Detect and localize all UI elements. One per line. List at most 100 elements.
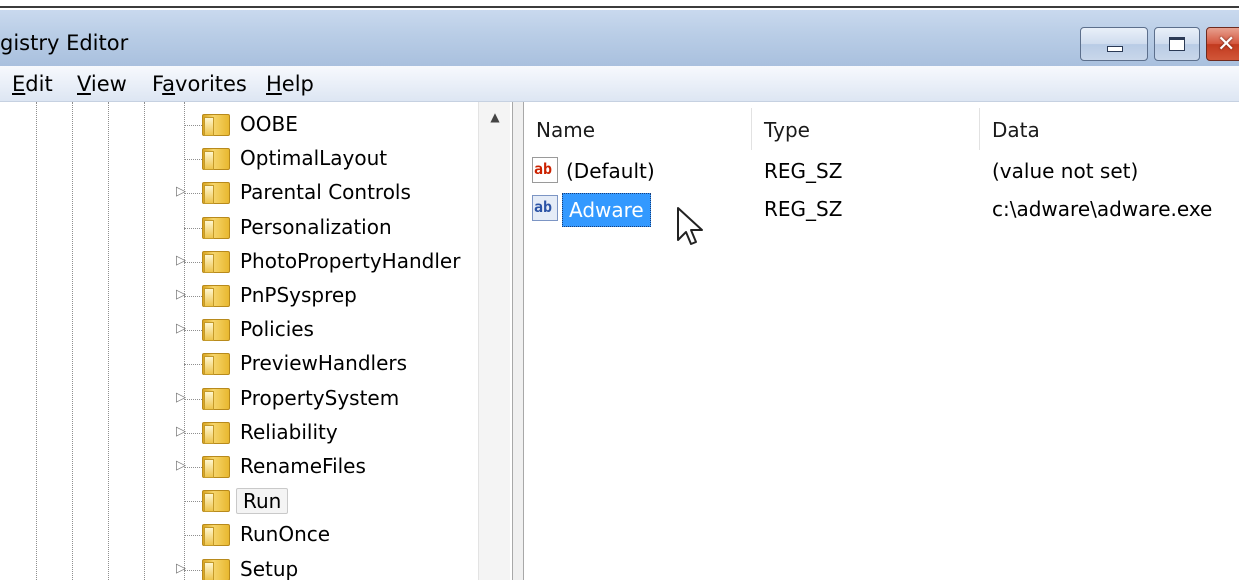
tree-item-label: Policies bbox=[240, 317, 314, 342]
tree-connector bbox=[184, 535, 202, 537]
value-name[interactable]: Adware bbox=[562, 193, 651, 227]
tree-item[interactable]: Personalization bbox=[176, 211, 496, 245]
folder-icon bbox=[202, 490, 230, 513]
tree-connector bbox=[184, 193, 202, 195]
menu-view[interactable]: View bbox=[77, 72, 127, 96]
tree-item[interactable]: ▷ Reliability bbox=[176, 416, 496, 450]
tree-item-label: PnPSysprep bbox=[240, 283, 357, 307]
value-type: REG_SZ bbox=[764, 197, 843, 221]
minimize-icon bbox=[1107, 46, 1123, 52]
close-icon: ✕ bbox=[1217, 32, 1236, 57]
tree-scrollbar[interactable]: ▲ bbox=[478, 102, 510, 580]
tree-item-label: Setup bbox=[240, 556, 299, 580]
ab-string-icon: ab bbox=[532, 195, 558, 221]
folder-icon bbox=[202, 114, 230, 136]
tree-item-label: Parental Controls bbox=[240, 180, 411, 205]
tree-item[interactable]: ▷ Policies bbox=[176, 313, 496, 347]
menu-edit[interactable]: Edit bbox=[12, 72, 53, 96]
tree-item[interactable]: ▷ Setup bbox=[176, 553, 496, 580]
column-header-name[interactable]: Name bbox=[524, 108, 752, 150]
folder-icon bbox=[202, 421, 230, 444]
value-data: c:\adware\adware.exe bbox=[992, 197, 1213, 221]
tree-guide-line bbox=[144, 102, 145, 580]
tree-item-label: PropertySystem bbox=[240, 385, 400, 410]
pane-splitter[interactable] bbox=[512, 102, 524, 580]
tree-connector bbox=[184, 227, 202, 229]
folder-icon bbox=[202, 319, 230, 342]
tree-item[interactable]: ▷ PropertySystem bbox=[176, 382, 496, 416]
expand-arrow-icon[interactable]: ▷ bbox=[176, 561, 186, 576]
tree-connector bbox=[184, 432, 202, 434]
folder-icon bbox=[202, 353, 230, 376]
expand-arrow-icon[interactable]: ▷ bbox=[176, 287, 186, 302]
maximize-icon bbox=[1169, 37, 1185, 51]
folder-icon bbox=[202, 182, 230, 205]
tree-item[interactable]: ▷ Parental Controls bbox=[176, 176, 496, 210]
menu-help[interactable]: Help bbox=[266, 72, 314, 96]
tree-item-label: RunOnce bbox=[240, 522, 331, 547]
tree-connector bbox=[184, 501, 202, 503]
tree-item[interactable]: OptimalLayout bbox=[176, 142, 496, 176]
tree-item-label: Personalization bbox=[240, 214, 392, 239]
column-header-data[interactable]: Data bbox=[980, 108, 1239, 150]
ab-string-icon: ab bbox=[532, 157, 558, 183]
window-title: gistry Editor bbox=[0, 31, 129, 55]
tree-connector bbox=[184, 159, 202, 161]
column-header-type[interactable]: Type bbox=[752, 108, 980, 150]
value-name[interactable]: (Default) bbox=[566, 159, 655, 183]
expand-arrow-icon[interactable]: ▷ bbox=[176, 390, 186, 405]
tree-connector bbox=[184, 330, 202, 332]
scroll-up-arrow-icon[interactable]: ▲ bbox=[479, 102, 511, 132]
tree-connector bbox=[184, 125, 202, 126]
tree-item[interactable]: Run bbox=[176, 484, 496, 518]
mouse-cursor-icon bbox=[677, 207, 703, 245]
top-strip bbox=[0, 0, 1239, 8]
folder-icon bbox=[202, 456, 230, 478]
tree-item[interactable]: ▷ RenameFiles bbox=[176, 450, 496, 484]
tree-connector bbox=[184, 296, 202, 297]
folder-icon bbox=[202, 250, 230, 273]
expand-arrow-icon[interactable]: ▷ bbox=[176, 321, 186, 336]
tree-connector bbox=[184, 569, 202, 571]
tree-guide-line bbox=[36, 102, 37, 580]
tree-item-label: Reliability bbox=[240, 419, 338, 444]
tree-guide-line bbox=[72, 102, 73, 580]
tree-item-label: OptimalLayout bbox=[240, 146, 388, 171]
folder-icon bbox=[202, 285, 230, 307]
tree-guide-line bbox=[108, 102, 109, 580]
value-data: (value not set) bbox=[992, 159, 1139, 183]
expand-arrow-icon[interactable]: ▷ bbox=[176, 424, 186, 439]
tree-item[interactable]: ▷ PhotoPropertyHandler bbox=[176, 245, 496, 279]
tree-connector bbox=[184, 261, 202, 263]
maximize-button[interactable] bbox=[1154, 27, 1200, 61]
folder-icon bbox=[202, 387, 230, 410]
folder-icon bbox=[202, 216, 230, 239]
close-button[interactable]: ✕ bbox=[1206, 27, 1239, 61]
tree-connector bbox=[184, 364, 202, 366]
folder-icon bbox=[202, 558, 230, 580]
tree-connector bbox=[184, 398, 202, 400]
values-list[interactable]: Name Type Data ab (Default) REG_SZ (value n… bbox=[524, 102, 1239, 580]
tree-connector bbox=[184, 467, 202, 468]
tree-item-label: Run bbox=[236, 488, 289, 515]
tree-item-label: PreviewHandlers bbox=[240, 351, 408, 376]
key-tree[interactable]: OOBE OptimalLayout ▷ Parental Controls Perso… bbox=[0, 102, 514, 580]
tree-item[interactable]: RunOnce bbox=[176, 518, 496, 552]
expand-arrow-icon[interactable]: ▷ bbox=[176, 253, 186, 268]
tree-item-label: RenameFiles bbox=[240, 454, 366, 478]
folder-icon bbox=[202, 148, 230, 171]
tree-item[interactable]: PreviewHandlers bbox=[176, 347, 496, 381]
tree-item-label: OOBE bbox=[240, 112, 298, 136]
title-bar: gistry Editor ✕ bbox=[0, 10, 1239, 66]
expand-arrow-icon[interactable]: ▷ bbox=[176, 458, 186, 473]
value-row[interactable]: ab Adware REG_SZ c:\adware\adware.exe bbox=[524, 192, 1239, 228]
minimize-button[interactable] bbox=[1080, 27, 1148, 61]
tree-item[interactable]: ▷ PnPSysprep bbox=[176, 279, 496, 313]
menu-favorites[interactable]: Favorites bbox=[152, 72, 247, 96]
menu-bar: Edit View Favorites Help bbox=[0, 66, 1239, 102]
tree-item-label: PhotoPropertyHandler bbox=[240, 248, 461, 273]
value-row[interactable]: ab (Default) REG_SZ (value not set) bbox=[524, 154, 1239, 190]
folder-icon bbox=[202, 524, 230, 547]
expand-arrow-icon[interactable]: ▷ bbox=[176, 184, 186, 199]
tree-item[interactable]: OOBE bbox=[176, 108, 496, 142]
